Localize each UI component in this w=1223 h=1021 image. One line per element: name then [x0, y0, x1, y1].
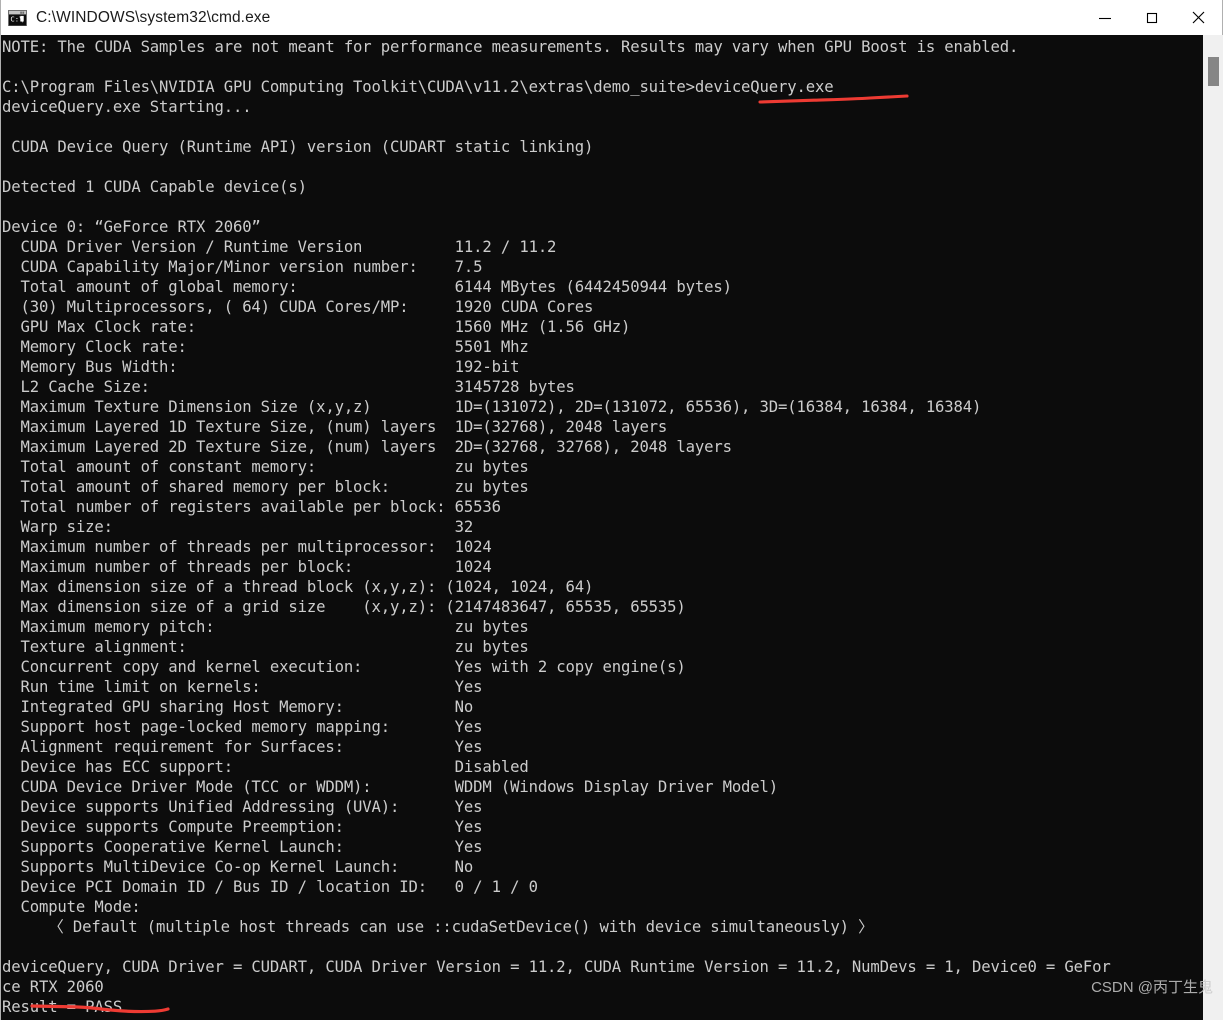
console-line: Device has ECC support: Disabled	[2, 758, 529, 776]
cmd-console-icon-svg: C:\	[8, 9, 27, 26]
console-line: Detected 1 CUDA Capable device(s)	[2, 178, 307, 196]
vertical-scrollbar[interactable]	[1203, 35, 1223, 1020]
maximize-button[interactable]	[1128, 0, 1175, 35]
console-line: Maximum number of threads per block: 102…	[2, 558, 492, 576]
console-line: Texture alignment: zu bytes	[2, 638, 529, 656]
console-line: 〈 Default (multiple host threads can use…	[2, 918, 874, 936]
console-line: Device supports Compute Preemption: Yes	[2, 818, 483, 836]
console-line: Max dimension size of a thread block (x,…	[2, 578, 594, 596]
scrollbar-thumb[interactable]	[1208, 57, 1219, 86]
console-line: Run time limit on kernels: Yes	[2, 678, 483, 696]
console-line: Device supports Unified Addressing (UVA)…	[2, 798, 483, 816]
console-area[interactable]: NOTE: The CUDA Samples are not meant for…	[1, 35, 1223, 1020]
console-line: Memory Clock rate: 5501 Mhz	[2, 338, 529, 356]
console-line: Integrated GPU sharing Host Memory: No	[2, 698, 474, 716]
console-line: deviceQuery, CUDA Driver = CUDART, CUDA …	[2, 958, 1111, 976]
minimize-icon	[1098, 17, 1111, 19]
console-line: Support host page-locked memory mapping:…	[2, 718, 483, 736]
console-line: Maximum Layered 2D Texture Size, (num) l…	[2, 438, 732, 456]
cmd-window: C:\ C:\WINDOWS\system32\cmd.exe NOTE: Th…	[0, 0, 1223, 1020]
console-line: ce RTX 2060	[2, 978, 104, 996]
console-line: C:\Program Files\NVIDIA GPU Computing To…	[2, 78, 834, 96]
close-icon	[1192, 11, 1205, 24]
console-line: Result = PASS	[2, 998, 123, 1016]
console-line: CUDA Device Driver Mode (TCC or WDDM): W…	[2, 778, 779, 796]
console-line: Alignment requirement for Surfaces: Yes	[2, 738, 483, 756]
console-line: Supports Cooperative Kernel Launch: Yes	[2, 838, 483, 856]
console-line: Compute Mode:	[2, 898, 141, 916]
console-line: Total amount of shared memory per block:…	[2, 478, 529, 496]
console-line: Warp size: 32	[2, 518, 474, 536]
minimize-button[interactable]	[1081, 0, 1128, 35]
console-line: Maximum number of threads per multiproce…	[2, 538, 492, 556]
window-title: C:\WINDOWS\system32\cmd.exe	[36, 8, 271, 26]
console-line: Total number of registers available per …	[2, 498, 501, 516]
window-controls	[1081, 0, 1222, 35]
console-output[interactable]: NOTE: The CUDA Samples are not meant for…	[1, 35, 1203, 1020]
console-line: CUDA Driver Version / Runtime Version 11…	[2, 238, 557, 256]
console-line: (30) Multiprocessors, ( 64) CUDA Cores/M…	[2, 298, 594, 316]
console-line: NOTE: The CUDA Samples are not meant for…	[2, 38, 1019, 56]
console-line: Memory Bus Width: 192-bit	[2, 358, 520, 376]
console-line: Device 0: “GeForce RTX 2060”	[2, 218, 261, 236]
console-line: Total amount of global memory: 6144 MByt…	[2, 278, 732, 296]
console-line: Maximum memory pitch: zu bytes	[2, 618, 529, 636]
cmd-console-icon: C:\	[8, 9, 27, 26]
csdn-watermark: CSDN @丙丁生鬼	[1091, 979, 1213, 996]
console-line: deviceQuery.exe Starting...	[2, 98, 252, 116]
console-line: Device PCI Domain ID / Bus ID / location…	[2, 878, 538, 896]
maximize-icon	[1146, 12, 1157, 23]
console-line: Maximum Texture Dimension Size (x,y,z) 1…	[2, 398, 982, 416]
close-button[interactable]	[1175, 0, 1222, 35]
console-line: Total amount of constant memory: zu byte…	[2, 458, 529, 476]
console-line: L2 Cache Size: 3145728 bytes	[2, 378, 575, 396]
console-line: Supports MultiDevice Co-op Kernel Launch…	[2, 858, 474, 876]
console-line: Maximum Layered 1D Texture Size, (num) l…	[2, 418, 668, 436]
console-line: CUDA Device Query (Runtime API) version …	[2, 138, 594, 156]
console-line: GPU Max Clock rate: 1560 MHz (1.56 GHz)	[2, 318, 631, 336]
console-line: CUDA Capability Major/Minor version numb…	[2, 258, 483, 276]
title-bar[interactable]: C:\ C:\WINDOWS\system32\cmd.exe	[1, 0, 1222, 36]
console-line: Max dimension size of a grid size (x,y,z…	[2, 598, 686, 616]
console-line: Concurrent copy and kernel execution: Ye…	[2, 658, 686, 676]
